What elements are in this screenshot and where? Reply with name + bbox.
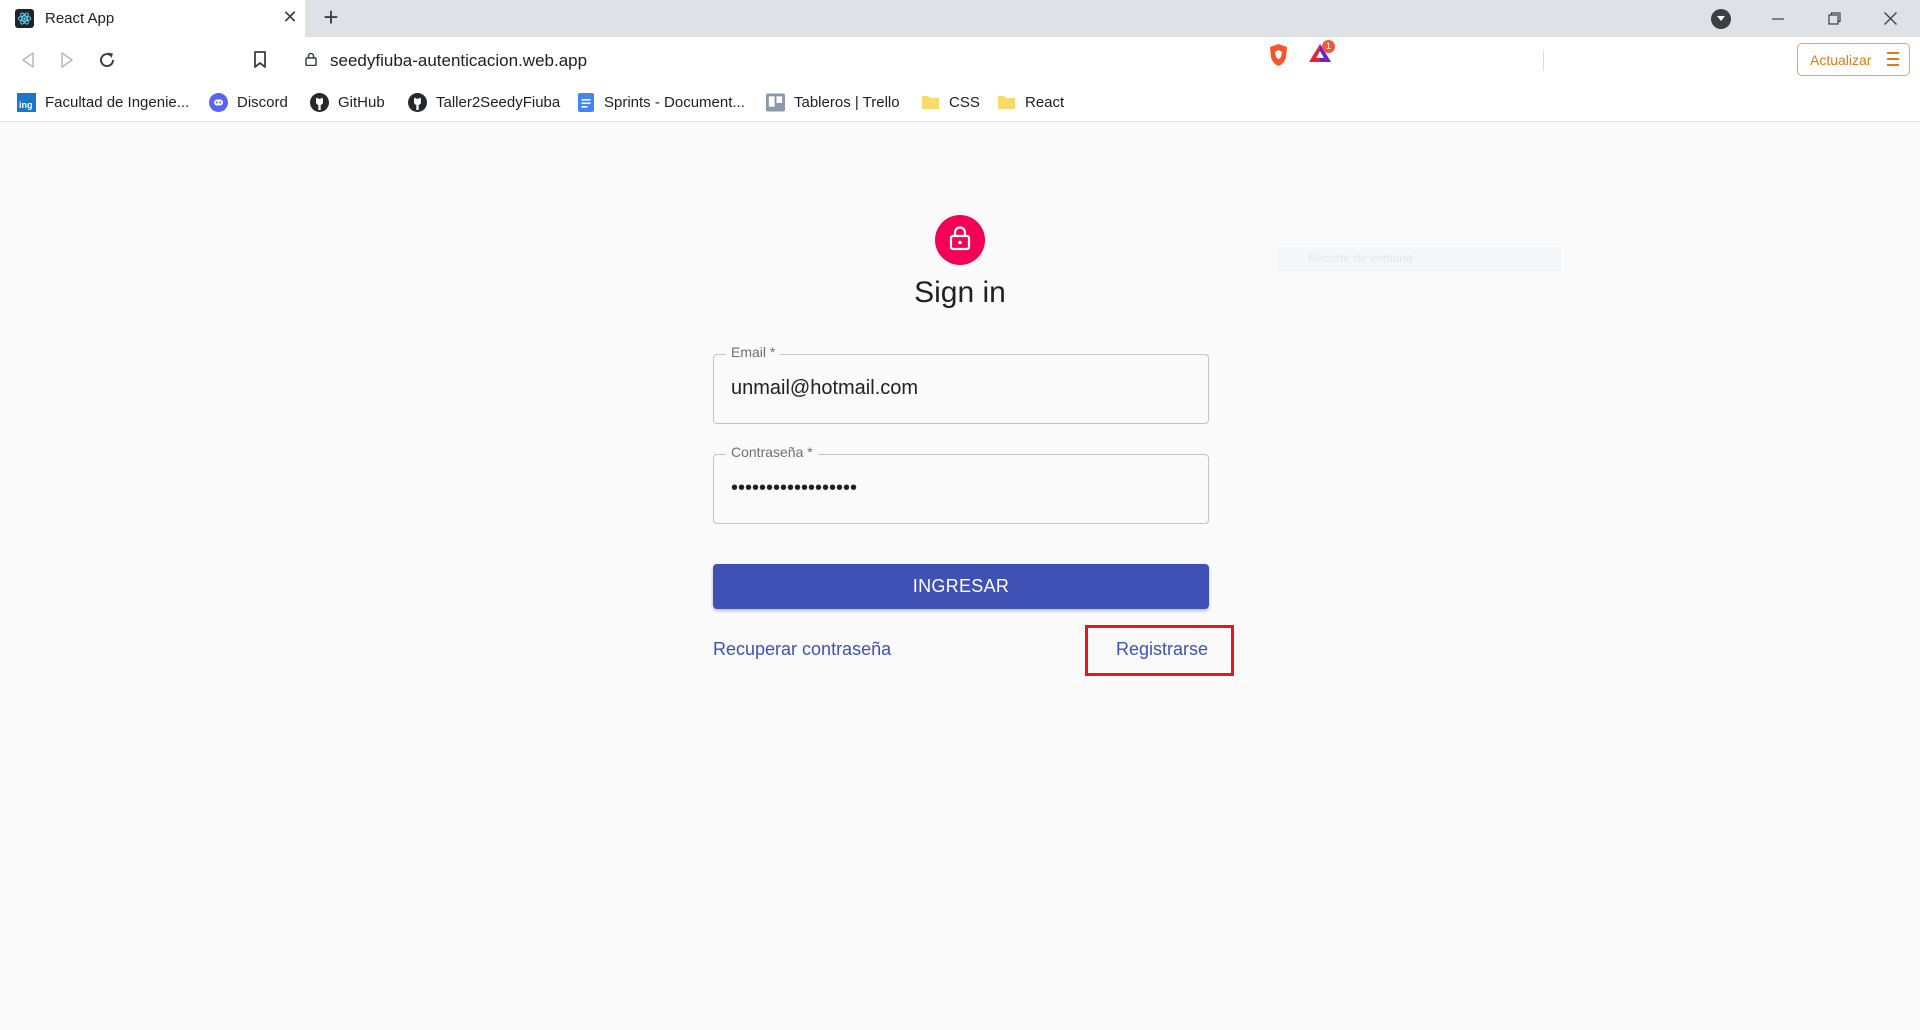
- bookmark-react[interactable]: React: [997, 90, 1064, 114]
- github-icon: [310, 92, 329, 112]
- bookmark-label: Taller2SeedyFiuba: [436, 93, 561, 111]
- email-label: Email *: [726, 344, 781, 360]
- update-label: Actualizar: [1810, 52, 1872, 68]
- bookmark-label: Discord: [237, 93, 288, 111]
- password-field[interactable]: Contraseña * ••••••••••••••••••: [713, 444, 1209, 524]
- update-button[interactable]: Actualizar: [1797, 43, 1910, 76]
- bookmark-label: React: [1025, 93, 1065, 111]
- lock-icon[interactable]: [305, 52, 317, 71]
- bookmark-github[interactable]: GitHub: [310, 90, 385, 114]
- bookmarks-bar: ing Facultad de Ingenie... Discord GitHu…: [0, 82, 1920, 122]
- recover-password-link[interactable]: Recuperar contraseña: [713, 639, 891, 660]
- bookmark-facultad[interactable]: ing Facultad de Ingenie...: [17, 90, 189, 114]
- address-bar[interactable]: seedyfiuba-autenticacion.web.app: [290, 43, 1633, 77]
- password-input[interactable]: ••••••••••••••••••: [731, 477, 857, 500]
- forward-button[interactable]: [55, 48, 79, 72]
- lock-avatar: [935, 215, 985, 265]
- bookmark-taller2[interactable]: Taller2SeedyFiuba: [408, 90, 560, 114]
- url-text[interactable]: seedyfiuba-autenticacion.web.app: [330, 51, 587, 71]
- back-button[interactable]: [16, 48, 40, 72]
- tab-close-icon[interactable]: ✕: [281, 8, 299, 26]
- rewards-badge: 1: [1322, 40, 1335, 53]
- minimize-button[interactable]: [1750, 0, 1806, 37]
- folder-icon: [997, 93, 1016, 112]
- close-window-button[interactable]: [1862, 0, 1918, 37]
- email-field[interactable]: Email * unmail@hotmail.com: [713, 344, 1209, 424]
- menu-icon: [1887, 52, 1899, 68]
- bookmark-sprints[interactable]: Sprints - Document...: [576, 90, 745, 114]
- brave-shields-icon[interactable]: [1268, 43, 1289, 72]
- bookmark-css[interactable]: CSS: [921, 90, 980, 114]
- bookmark-label: GitHub: [338, 93, 385, 111]
- discord-icon: [209, 92, 228, 112]
- snip-tooltip: Recorte de ventana: [1278, 247, 1561, 271]
- fiuba-ing-icon: ing: [17, 92, 36, 112]
- trello-icon: [766, 92, 785, 112]
- page-content: Recorte de ventana Sign in Email * unmai…: [0, 123, 1920, 1030]
- page-title: Sign in: [914, 276, 1006, 309]
- tab-react-app[interactable]: React App ✕: [0, 0, 305, 37]
- folder-icon: [921, 93, 940, 112]
- tab-search-icon[interactable]: [1711, 9, 1731, 29]
- bookmark-label: Facultad de Ingenie...: [45, 93, 190, 111]
- bookmark-label: Tableros | Trello: [794, 93, 900, 111]
- ingresar-button[interactable]: INGRESAR: [713, 564, 1209, 609]
- browser-toolbar: seedyfiuba-autenticacion.web.app 1 Actua…: [0, 37, 1920, 82]
- github-icon: [408, 92, 427, 112]
- bookmark-label: Sprints - Document...: [604, 93, 745, 111]
- email-input[interactable]: unmail@hotmail.com: [731, 377, 918, 400]
- tab-strip: React App ✕ +: [0, 0, 1920, 37]
- bookmark-discord[interactable]: Discord: [209, 90, 288, 114]
- tab-title: React App: [45, 10, 115, 27]
- highlight-box: [1085, 625, 1234, 676]
- password-label: Contraseña *: [726, 444, 818, 460]
- svg-text:ing: ing: [19, 100, 33, 110]
- lock-outline-icon: [948, 225, 972, 256]
- bookmark-page-icon[interactable]: [248, 48, 272, 72]
- omnibox-divider: [1543, 51, 1544, 71]
- restore-button[interactable]: [1806, 0, 1862, 37]
- reload-button[interactable]: [95, 48, 119, 72]
- google-docs-icon: [576, 92, 595, 112]
- react-logo-icon: [15, 9, 34, 28]
- new-tab-button[interactable]: +: [318, 4, 344, 31]
- bookmark-trello[interactable]: Tableros | Trello: [766, 90, 900, 114]
- bookmark-label: CSS: [949, 93, 980, 111]
